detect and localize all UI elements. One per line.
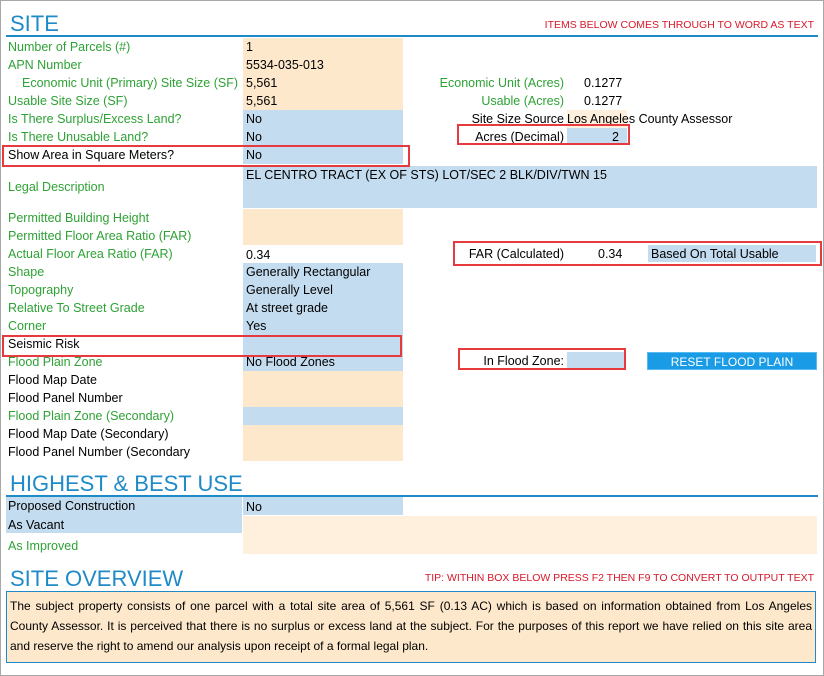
value-surplus-land[interactable]: No [246,110,262,128]
value-corner[interactable]: Yes [246,317,266,335]
label-street-grade: Relative To Street Grade [8,301,145,315]
highlight-seismic-risk [2,335,402,357]
label-economic-unit-acres: Economic Unit (Acres) [439,76,564,90]
corner-select-bg[interactable] [243,317,403,335]
label-as-improved: As Improved [8,539,79,553]
value-topography[interactable]: Generally Level [246,281,333,299]
label-usable-site-size: Usable Site Size (SF) [8,94,128,108]
label-unusable-land: Is There Unusable Land? [8,130,149,144]
value-apn-number[interactable]: 5534-035-013 [246,56,324,74]
site-note: ITEMS BELOW COMES THROUGH TO WORD AS TEX… [544,19,814,31]
value-street-grade[interactable]: At street grade [246,299,328,317]
proposed-construction-select-bg[interactable] [243,497,403,515]
overview-section-title: SITE OVERVIEW [10,566,184,591]
flood-panel-secondary-input-bg[interactable] [243,443,403,461]
label-usable-acres: Usable (Acres) [481,94,564,108]
value-economic-unit-sf[interactable]: 5,561 [246,74,277,92]
label-economic-unit-sf: Economic Unit (Primary) Site Size (SF) [22,76,239,90]
label-flood-panel-number-secondary: Flood Panel Number (Secondary [8,445,191,459]
value-proposed-construction[interactable]: No [246,498,262,516]
label-apn-number: APN Number [8,58,82,72]
label-flood-plain-zone-secondary: Flood Plain Zone (Secondary) [8,409,175,423]
label-actual-far: Actual Floor Area Ratio (FAR) [8,247,173,261]
label-topography: Topography [8,283,74,297]
permitted-far-input-bg[interactable] [243,227,403,245]
flood-panel-input-bg[interactable] [243,389,403,407]
site-overview-textbox[interactable]: The subject property consists of one par… [6,591,816,663]
label-proposed-construction: Proposed Construction [8,499,136,513]
highlight-in-flood-zone [458,348,626,370]
value-shape[interactable]: Generally Rectangular [246,263,370,281]
permitted-height-input-bg[interactable] [243,209,403,227]
label-flood-panel-number: Flood Panel Number [8,391,123,405]
site-section-title: SITE [10,11,59,36]
unusable-select-bg[interactable] [243,128,403,146]
flood-zone-secondary-select-bg[interactable] [243,407,403,425]
value-unusable-land[interactable]: No [246,128,262,146]
label-permitted-height: Permitted Building Height [8,211,150,225]
label-shape: Shape [8,265,45,279]
flood-map-date-input-bg[interactable] [243,371,403,389]
overview-tip: TIP: WITHIN BOX BELOW PRESS F2 THEN F9 T… [424,572,814,584]
label-as-vacant: As Vacant [8,518,65,532]
flood-map-date-secondary-input-bg[interactable] [243,425,403,443]
parcels-input-bg[interactable] [243,38,403,56]
surplus-select-bg[interactable] [243,110,403,128]
label-flood-map-date-secondary: Flood Map Date (Secondary) [8,427,169,441]
highlight-show-area [2,145,410,167]
highlight-acres-decimal [457,124,630,145]
highlight-far-calculated [453,241,822,266]
value-usable-site-size[interactable]: 5,561 [246,92,277,110]
hbu-section-title: HIGHEST & BEST USE [10,471,243,496]
label-legal-description: Legal Description [8,180,105,194]
label-corner: Corner [8,319,47,333]
label-surplus-land: Is There Surplus/Excess Land? [8,112,182,126]
value-legal-description[interactable]: EL CENTRO TRACT (EX OF STS) LOT/SEC 2 BL… [246,166,607,184]
value-usable-acres: 0.1277 [584,94,623,108]
site-title-underline [6,35,818,37]
hbu-text-input-bg[interactable] [243,516,817,554]
value-economic-unit-acres: 0.1277 [584,76,623,90]
label-number-of-parcels: Number of Parcels (#) [8,40,131,54]
reset-flood-plain-button[interactable]: RESET FLOOD PLAIN [647,352,817,370]
label-permitted-far: Permitted Floor Area Ratio (FAR) [8,229,192,243]
value-actual-far: 0.34 [246,248,271,262]
label-flood-map-date: Flood Map Date [8,373,97,387]
value-number-of-parcels[interactable]: 1 [246,38,253,56]
